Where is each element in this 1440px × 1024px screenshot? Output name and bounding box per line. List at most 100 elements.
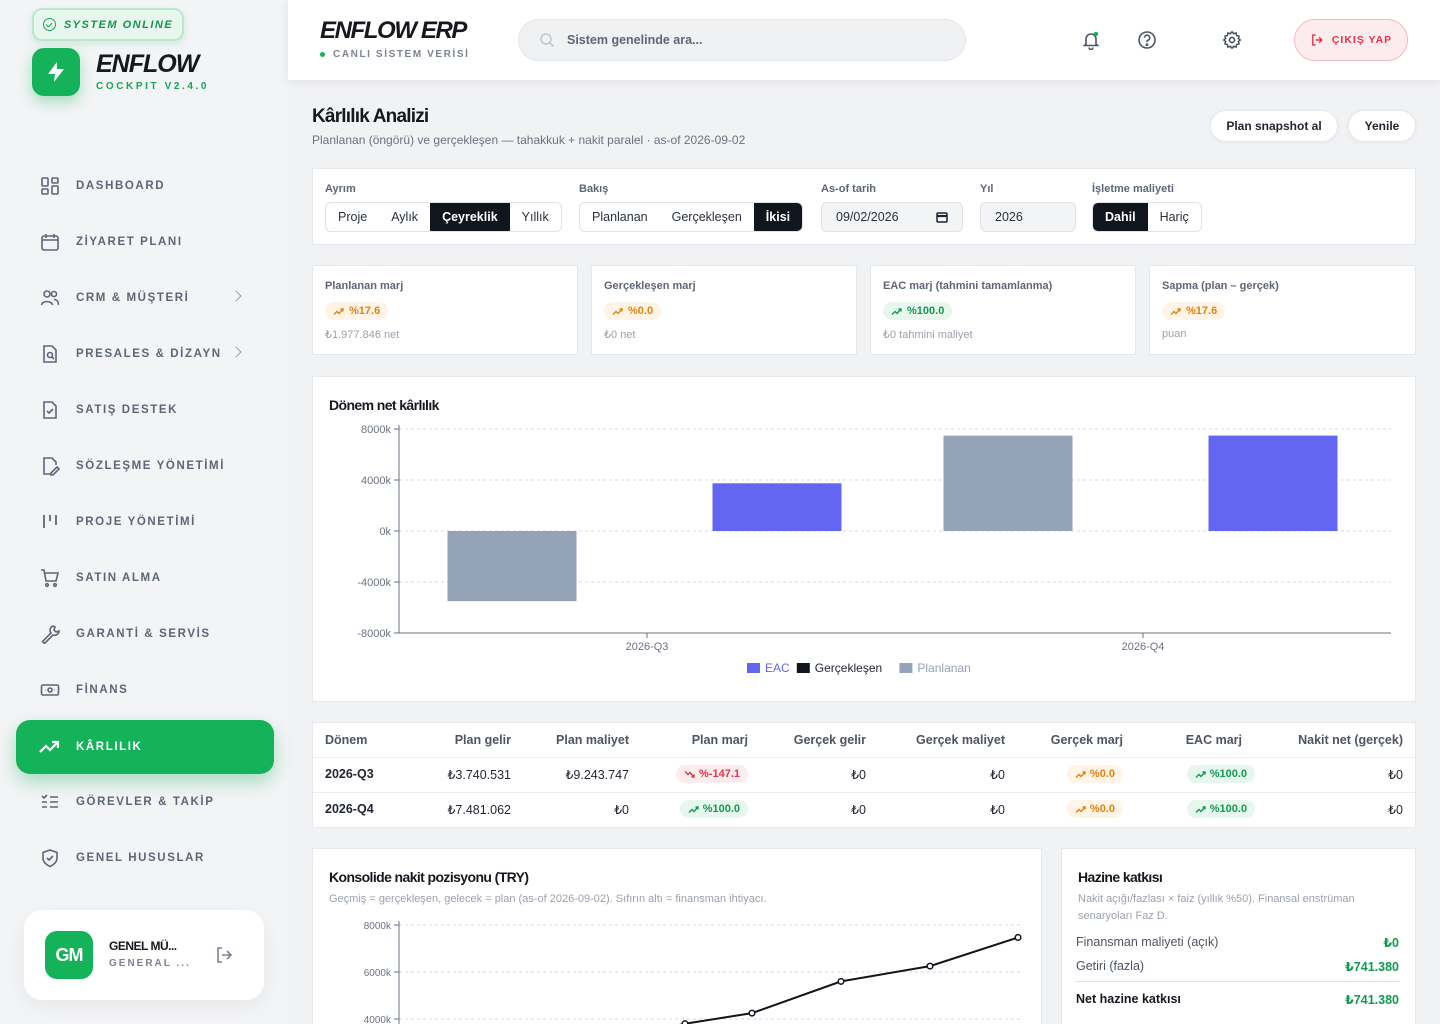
- ayrim-segment: Proje Aylık Çeyreklik Yıllık: [325, 202, 562, 232]
- trending-up-icon: [38, 736, 60, 758]
- bakis-option-ikisi[interactable]: İkisi: [753, 203, 803, 231]
- ayrim-option-yillik[interactable]: Yıllık: [510, 203, 561, 231]
- plan-snapshot-button[interactable]: Plan snapshot al: [1210, 110, 1338, 142]
- sidebar-item-label: GENEL HUSUSLAR: [76, 852, 205, 864]
- legend-label: Gerçekleşen: [815, 661, 882, 675]
- col-header-nakit-net[interactable]: Nakit net (gerçek): [1298, 733, 1403, 747]
- yil-input[interactable]: 2026: [980, 202, 1076, 232]
- cell-gercek-marj-badge: %0.0: [1066, 800, 1123, 818]
- trending-up-icon: [1195, 770, 1206, 778]
- sidebar-item-dashboard[interactable]: DASHBOARD: [0, 158, 288, 214]
- y-tick-label: 8000k: [364, 921, 392, 932]
- bakis-segment: Planlanan Gerçekleşen İkisi: [579, 202, 804, 232]
- sidebar-item-satis-destek[interactable]: SATIŞ DESTEK: [0, 382, 288, 438]
- cell-donem: 2026-Q4: [325, 802, 374, 816]
- topbar: ENFLOW ERP CANLI SİSTEM VERİSİ ÇIKIŞ YAP: [288, 0, 1440, 80]
- sidebar-item-presales[interactable]: PRESALES & DİZAYN: [0, 326, 288, 382]
- topbar-logo[interactable]: ENFLOW ERP: [320, 17, 467, 45]
- kpi-badge-value: %0.0: [628, 305, 654, 317]
- legend-swatch: [796, 663, 810, 673]
- kpi-badge-value: %17.6: [349, 305, 381, 317]
- logout-icon: [1311, 34, 1323, 46]
- topbar-status-text: CANLI SİSTEM VERİSİ: [333, 49, 470, 60]
- col-header-eac-marj[interactable]: EAC marj: [1186, 733, 1242, 747]
- treasury-divider: [1076, 981, 1400, 982]
- kpi-title: Planlanan marj: [325, 280, 404, 292]
- grid-icon: [40, 176, 60, 196]
- sidebar: SYSTEM ONLINE ENFLOW COCKPIT V2.4.0 DASH…: [0, 0, 288, 1024]
- user-card[interactable]: GM GENEL MÜ... GENERAL ...: [24, 910, 264, 1000]
- cell-eac-marj: %100.0: [1209, 803, 1247, 815]
- kpi-badge: %17.6: [325, 302, 389, 320]
- treasury-net-value: ₺741.380: [1345, 993, 1399, 1007]
- sidebar-item-sozlesme[interactable]: SÖZLEŞME YÖNETİMİ: [0, 438, 288, 494]
- sidebar-item-label: SATIN ALMA: [76, 572, 162, 584]
- sidebar-item-finans[interactable]: FİNANS: [0, 662, 288, 718]
- brand-logo[interactable]: [32, 48, 80, 96]
- sidebar-item-garanti[interactable]: GARANTİ & SERVİS: [0, 606, 288, 662]
- cell-gercek-marj: %0.0: [1089, 768, 1115, 780]
- x-tick-label: 2026-Q4: [1122, 641, 1165, 653]
- cell-plan-marj-badge: %-147.1: [676, 765, 748, 783]
- isletme-option-haric[interactable]: Hariç: [1148, 203, 1201, 231]
- file-check-icon: [40, 400, 60, 420]
- legend-swatch: [899, 663, 913, 673]
- bakis-option-gerceklesen[interactable]: Gerçekleşen: [660, 203, 754, 231]
- bakis-label: Bakış: [579, 183, 609, 195]
- kpi-title: Gerçekleşen marj: [604, 280, 696, 292]
- trending-up-icon: [891, 307, 902, 315]
- chevron-right-icon: [230, 346, 242, 358]
- sidebar-item-crm[interactable]: CRM & MÜŞTERİ: [0, 270, 288, 326]
- cash-point: [748, 1009, 756, 1017]
- sidebar-item-genel[interactable]: GENEL HUSUSLAR: [0, 830, 288, 886]
- ayrim-option-proje[interactable]: Proje: [326, 203, 379, 231]
- period-table: Dönem Plan gelir Plan maliyet Plan marj …: [312, 722, 1416, 828]
- cell-nakit: ₺0: [1388, 768, 1403, 782]
- kpi-sapma: Sapma (plan – gerçek) %17.6 puan: [1149, 265, 1416, 355]
- sidebar-nav: DASHBOARD ZİYARET PLANI CRM & MÜŞTERİ PR…: [0, 158, 288, 886]
- sidebar-item-label: SÖZLEŞME YÖNETİMİ: [76, 460, 226, 472]
- treasury-card: Hazine katkısı Nakit açığı/fazlası × fai…: [1061, 848, 1416, 1024]
- bakis-option-planlanan[interactable]: Planlanan: [580, 203, 660, 231]
- sidebar-item-satin-alma[interactable]: SATIN ALMA: [0, 550, 288, 606]
- help-icon[interactable]: [1137, 30, 1157, 50]
- cell-nakit: ₺0: [1388, 803, 1403, 817]
- asof-date-input[interactable]: 09/02/2026: [821, 202, 963, 232]
- col-header-gercek-gelir[interactable]: Gerçek gelir: [794, 733, 866, 747]
- col-header-plan-maliyet[interactable]: Plan maliyet: [556, 733, 629, 747]
- sidebar-item-label: ZİYARET PLANI: [76, 236, 183, 248]
- ayrim-option-ceyreklik[interactable]: Çeyreklik: [430, 203, 510, 231]
- col-header-donem[interactable]: Dönem: [325, 733, 367, 747]
- col-header-gercek-marj[interactable]: Gerçek marj: [1051, 733, 1123, 747]
- global-search[interactable]: [518, 19, 966, 61]
- gear-icon[interactable]: [1222, 30, 1242, 50]
- refresh-button[interactable]: Yenile: [1348, 110, 1416, 142]
- bell-icon[interactable]: [1081, 30, 1101, 51]
- logout-icon[interactable]: [214, 945, 234, 965]
- logout-button[interactable]: ÇIKIŞ YAP: [1294, 19, 1408, 61]
- calendar-icon: [936, 212, 948, 223]
- treasury-row-label: Getiri (fazla): [1076, 959, 1145, 973]
- sidebar-item-gorevler[interactable]: GÖREVLER & TAKİP: [0, 774, 288, 830]
- sidebar-item-karlilik[interactable]: KÂRLILIK: [16, 720, 274, 774]
- search-input[interactable]: [567, 33, 927, 47]
- banknote-icon: [40, 680, 60, 700]
- trending-up-icon: [1195, 805, 1206, 813]
- col-header-plan-gelir[interactable]: Plan gelir: [455, 733, 511, 747]
- col-header-gercek-maliyet[interactable]: Gerçek maliyet: [916, 733, 1005, 747]
- trending-up-icon: [1170, 307, 1181, 315]
- kpi-badge: %17.6: [1162, 302, 1226, 320]
- col-header-plan-marj[interactable]: Plan marj: [692, 733, 748, 747]
- ayrim-option-aylik[interactable]: Aylık: [379, 203, 430, 231]
- cash-line-chart: 8000k 6000k 4000k: [364, 921, 1022, 1024]
- asof-date-value: 09/02/2026: [836, 210, 899, 224]
- trending-up-icon: [1075, 770, 1086, 778]
- treasury-title: Hazine katkısı: [1078, 869, 1163, 885]
- cell-plan-maliyet: ₺0: [614, 803, 629, 817]
- cell-plan-gelir: ₺7.481.062: [447, 803, 511, 817]
- sidebar-item-proje[interactable]: PROJE YÖNETİMİ: [0, 494, 288, 550]
- sidebar-item-ziyaret[interactable]: ZİYARET PLANI: [0, 214, 288, 270]
- cell-gercek-maliyet: ₺0: [990, 803, 1005, 817]
- isletme-option-dahil[interactable]: Dahil: [1093, 203, 1148, 231]
- asof-label: As-of tarih: [821, 183, 876, 195]
